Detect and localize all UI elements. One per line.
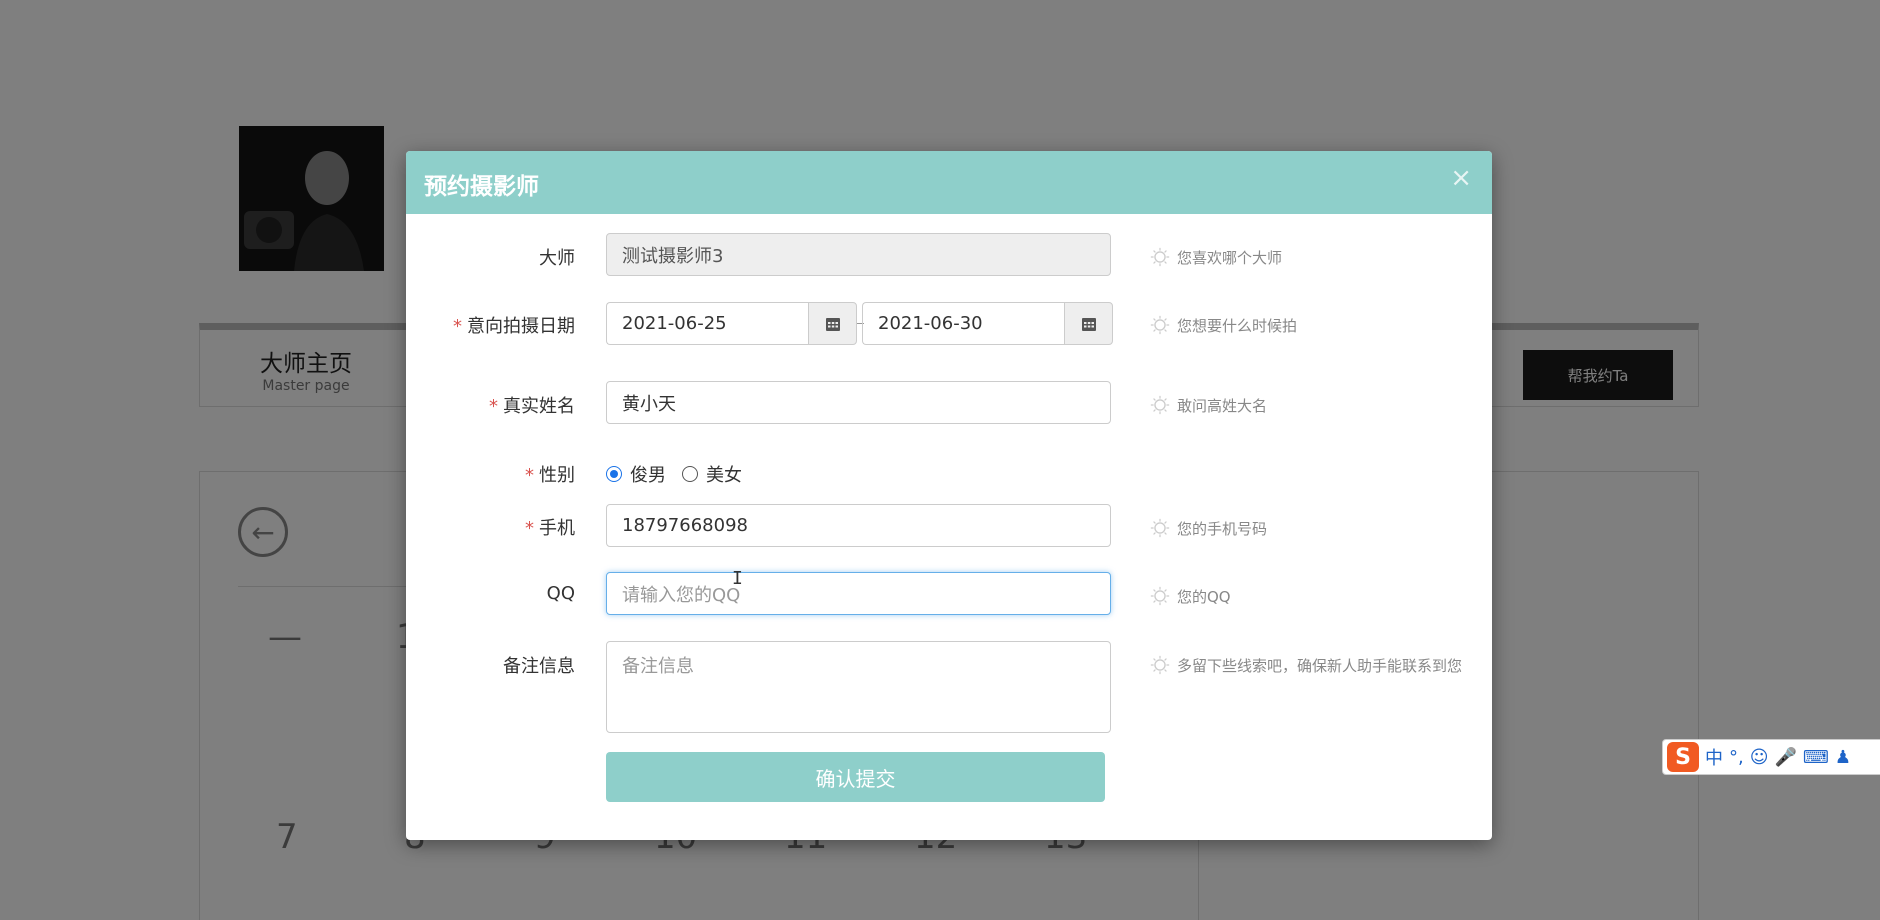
date-hint: 您想要什么时候拍 — [1149, 314, 1297, 336]
date-label-text: 意向拍摄日期 — [467, 316, 575, 337]
close-icon[interactable]: × — [1450, 163, 1472, 193]
notes-textarea[interactable]: 备注信息 — [606, 641, 1111, 733]
required-mark: * — [453, 316, 462, 337]
lightbulb-icon — [1150, 395, 1170, 415]
keyboard-icon[interactable]: ⌨ — [1803, 747, 1829, 768]
required-mark: * — [489, 396, 498, 417]
lightbulb-icon — [1150, 247, 1170, 267]
modal-header: 预约摄影师 × — [406, 151, 1492, 214]
master-hint-text: 您喜欢哪个大师 — [1177, 248, 1283, 267]
name-hint-text: 敢问高姓大名 — [1177, 396, 1268, 415]
modal-title: 预约摄影师 — [424, 174, 539, 200]
required-mark: * — [525, 465, 534, 486]
end-date-group: 2021-06-30 — [862, 302, 1113, 345]
calendar-icon[interactable] — [1064, 302, 1113, 345]
lightbulb-icon — [1150, 518, 1170, 538]
date-hint-text: 您想要什么时候拍 — [1177, 316, 1298, 335]
gender-radio-group: 俊男 美女 — [606, 461, 742, 487]
gender-option-label[interactable]: 俊男 — [630, 461, 666, 487]
gender-radio-female[interactable] — [682, 466, 698, 482]
date-label: * 意向拍摄日期 — [453, 312, 575, 338]
name-hint: 敢问高姓大名 — [1149, 394, 1267, 416]
qq-hint-text: 您的QQ — [1177, 587, 1231, 606]
start-date-group: 2021-06-25 — [606, 302, 857, 345]
ime-mode-toggle[interactable]: 中 — [1705, 744, 1723, 770]
lightbulb-icon — [1150, 586, 1170, 606]
name-label: * 真实姓名 — [489, 392, 575, 418]
lightbulb-icon — [1150, 655, 1170, 675]
name-label-text: 真实姓名 — [503, 396, 575, 417]
qq-hint: 您的QQ — [1149, 585, 1231, 607]
end-date-input[interactable]: 2021-06-30 — [862, 302, 1064, 345]
submit-button[interactable]: 确认提交 — [606, 752, 1105, 802]
notes-label: 备注信息 — [503, 656, 575, 677]
text-cursor-icon: I — [732, 568, 743, 589]
master-hint: 您喜欢哪个大师 — [1149, 246, 1282, 268]
phone-hint-text: 您的手机号码 — [1177, 519, 1268, 538]
phone-input[interactable]: 18797668098 — [606, 504, 1111, 547]
sogou-logo-icon[interactable]: S — [1667, 742, 1699, 772]
gender-option-label[interactable]: 美女 — [706, 461, 742, 487]
phone-label-text: 手机 — [539, 518, 575, 539]
notes-hint-text: 多留下些线索吧，确保新人助手能联系到您 — [1177, 656, 1463, 675]
master-label: 大师 — [539, 248, 575, 269]
phone-hint: 您的手机号码 — [1149, 517, 1267, 539]
emoji-icon[interactable]: ☺ — [1750, 747, 1769, 768]
name-input[interactable]: 黄小天 — [606, 381, 1111, 424]
ime-punctuation-toggle[interactable]: °, — [1729, 747, 1744, 768]
required-mark: * — [525, 518, 534, 539]
lightbulb-icon — [1150, 315, 1170, 335]
qq-placeholder: 请输入您的QQ — [622, 584, 741, 606]
calendar-icon[interactable] — [808, 302, 857, 345]
notes-hint: 多留下些线索吧，确保新人助手能联系到您 — [1149, 654, 1462, 676]
qq-input[interactable]: 请输入您的QQ — [606, 572, 1111, 615]
microphone-icon[interactable]: 🎤 — [1775, 747, 1797, 768]
start-date-input[interactable]: 2021-06-25 — [606, 302, 808, 345]
gender-radio-male[interactable] — [606, 466, 622, 482]
qq-label: QQ — [546, 583, 575, 604]
booking-modal: 预约摄影师 × 大师 测试摄影师3 您喜欢哪个大师 * 意向拍摄日期 2021-0… — [406, 151, 1492, 840]
gender-label-text: 性别 — [539, 465, 575, 486]
ime-toolbar: S 中 °, ☺ 🎤 ⌨ ♟ — [1662, 739, 1880, 775]
master-field: 测试摄影师3 — [606, 233, 1111, 276]
user-icon[interactable]: ♟ — [1835, 747, 1851, 768]
gender-label: * 性别 — [525, 461, 575, 487]
phone-label: * 手机 — [525, 514, 575, 540]
